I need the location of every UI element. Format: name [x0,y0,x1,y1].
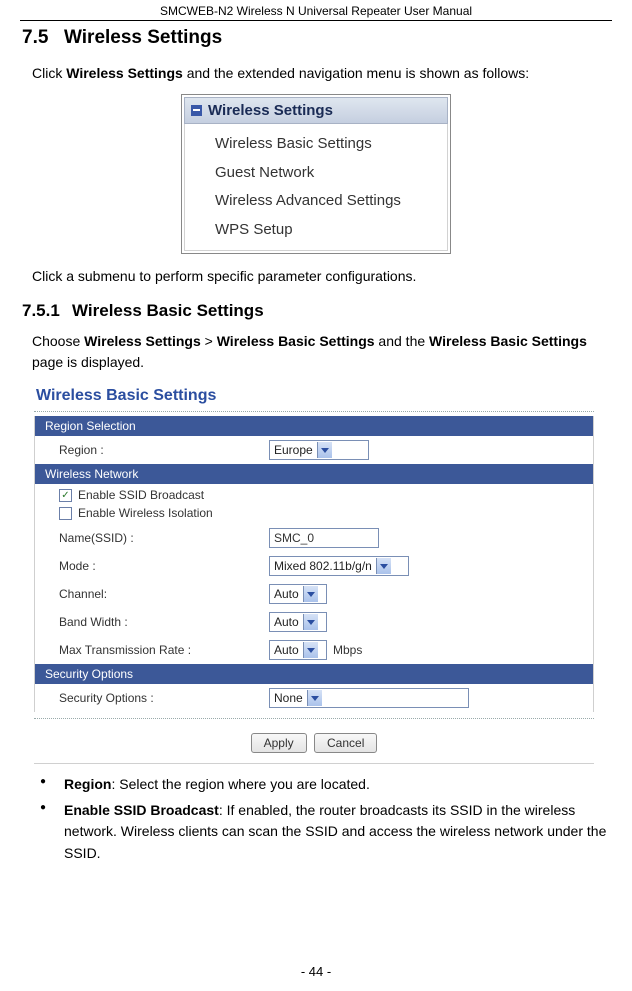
chevron-down-icon [317,442,332,458]
separator [34,411,594,412]
bandwidth-label: Band Width : [59,615,269,629]
intro-paragraph-2: Click a submenu to perform specific para… [32,266,610,287]
checkbox-label: Enable SSID Broadcast [78,488,204,502]
bandwidth-select[interactable]: Auto [269,612,327,632]
channel-label: Channel: [59,587,269,601]
nav-title: Wireless Settings [208,102,333,119]
checkbox-ssid-broadcast[interactable]: ✓ [59,489,72,502]
chevron-down-icon [376,558,391,574]
bullet-item: Enable SSID Broadcast: If enabled, the r… [36,800,610,865]
mode-select[interactable]: Mixed 802.11b/g/n [269,556,409,576]
section-heading: 7.5Wireless Settings [22,27,610,49]
subsection-number: 7.5.1 [22,301,72,321]
group-header-region: Region Selection [35,416,593,436]
group-header-security: Security Options [35,664,593,684]
section-number: 7.5 [22,27,64,49]
channel-select[interactable]: Auto [269,584,327,604]
chevron-down-icon [303,642,318,658]
manual-header: SMCWEB-N2 Wireless N Universal Repeater … [20,0,612,21]
region-select[interactable]: Europe [269,440,369,460]
cancel-button[interactable]: Cancel [314,733,377,753]
ssid-label: Name(SSID) : [59,531,269,545]
nav-item[interactable]: WPS Setup [215,216,443,245]
nav-header[interactable]: Wireless Settings [184,97,448,124]
figure-settings-panel: Wireless Basic Settings Region Selection… [34,383,594,764]
rate-select[interactable]: Auto [269,640,327,660]
security-select[interactable]: None [269,688,469,708]
section-title: Wireless Settings [64,27,222,48]
chevron-down-icon [303,586,318,602]
subsection-intro: Choose Wireless Settings > Wireless Basi… [32,331,610,373]
intro-paragraph-1: Click Wireless Settings and the extended… [32,63,610,84]
rate-unit: Mbps [333,643,362,657]
separator [34,718,594,719]
collapse-icon [191,105,202,116]
subsection-title: Wireless Basic Settings [72,301,264,320]
panel-title: Wireless Basic Settings [34,383,594,411]
rate-label: Max Transmission Rate : [59,643,269,657]
mode-label: Mode : [59,559,269,573]
chevron-down-icon [303,614,318,630]
ssid-input[interactable]: SMC_0 [269,528,379,548]
security-label: Security Options : [59,691,269,705]
figure-nav-menu: Wireless Settings Wireless Basic Setting… [181,94,451,254]
nav-item[interactable]: Wireless Basic Settings [215,130,443,159]
page-number: - 44 - [0,964,632,979]
bullet-list: Region: Select the region where you are … [36,774,610,865]
subsection-heading: 7.5.1Wireless Basic Settings [22,301,610,321]
separator [34,763,594,764]
checkbox-label: Enable Wireless Isolation [78,506,213,520]
apply-button[interactable]: Apply [251,733,307,753]
nav-item[interactable]: Guest Network [215,159,443,188]
nav-item[interactable]: Wireless Advanced Settings [215,187,443,216]
bullet-item: Region: Select the region where you are … [36,774,610,796]
checkbox-wireless-isolation[interactable] [59,507,72,520]
region-label: Region : [59,443,269,457]
chevron-down-icon [307,690,322,706]
group-header-wireless: Wireless Network [35,464,593,484]
